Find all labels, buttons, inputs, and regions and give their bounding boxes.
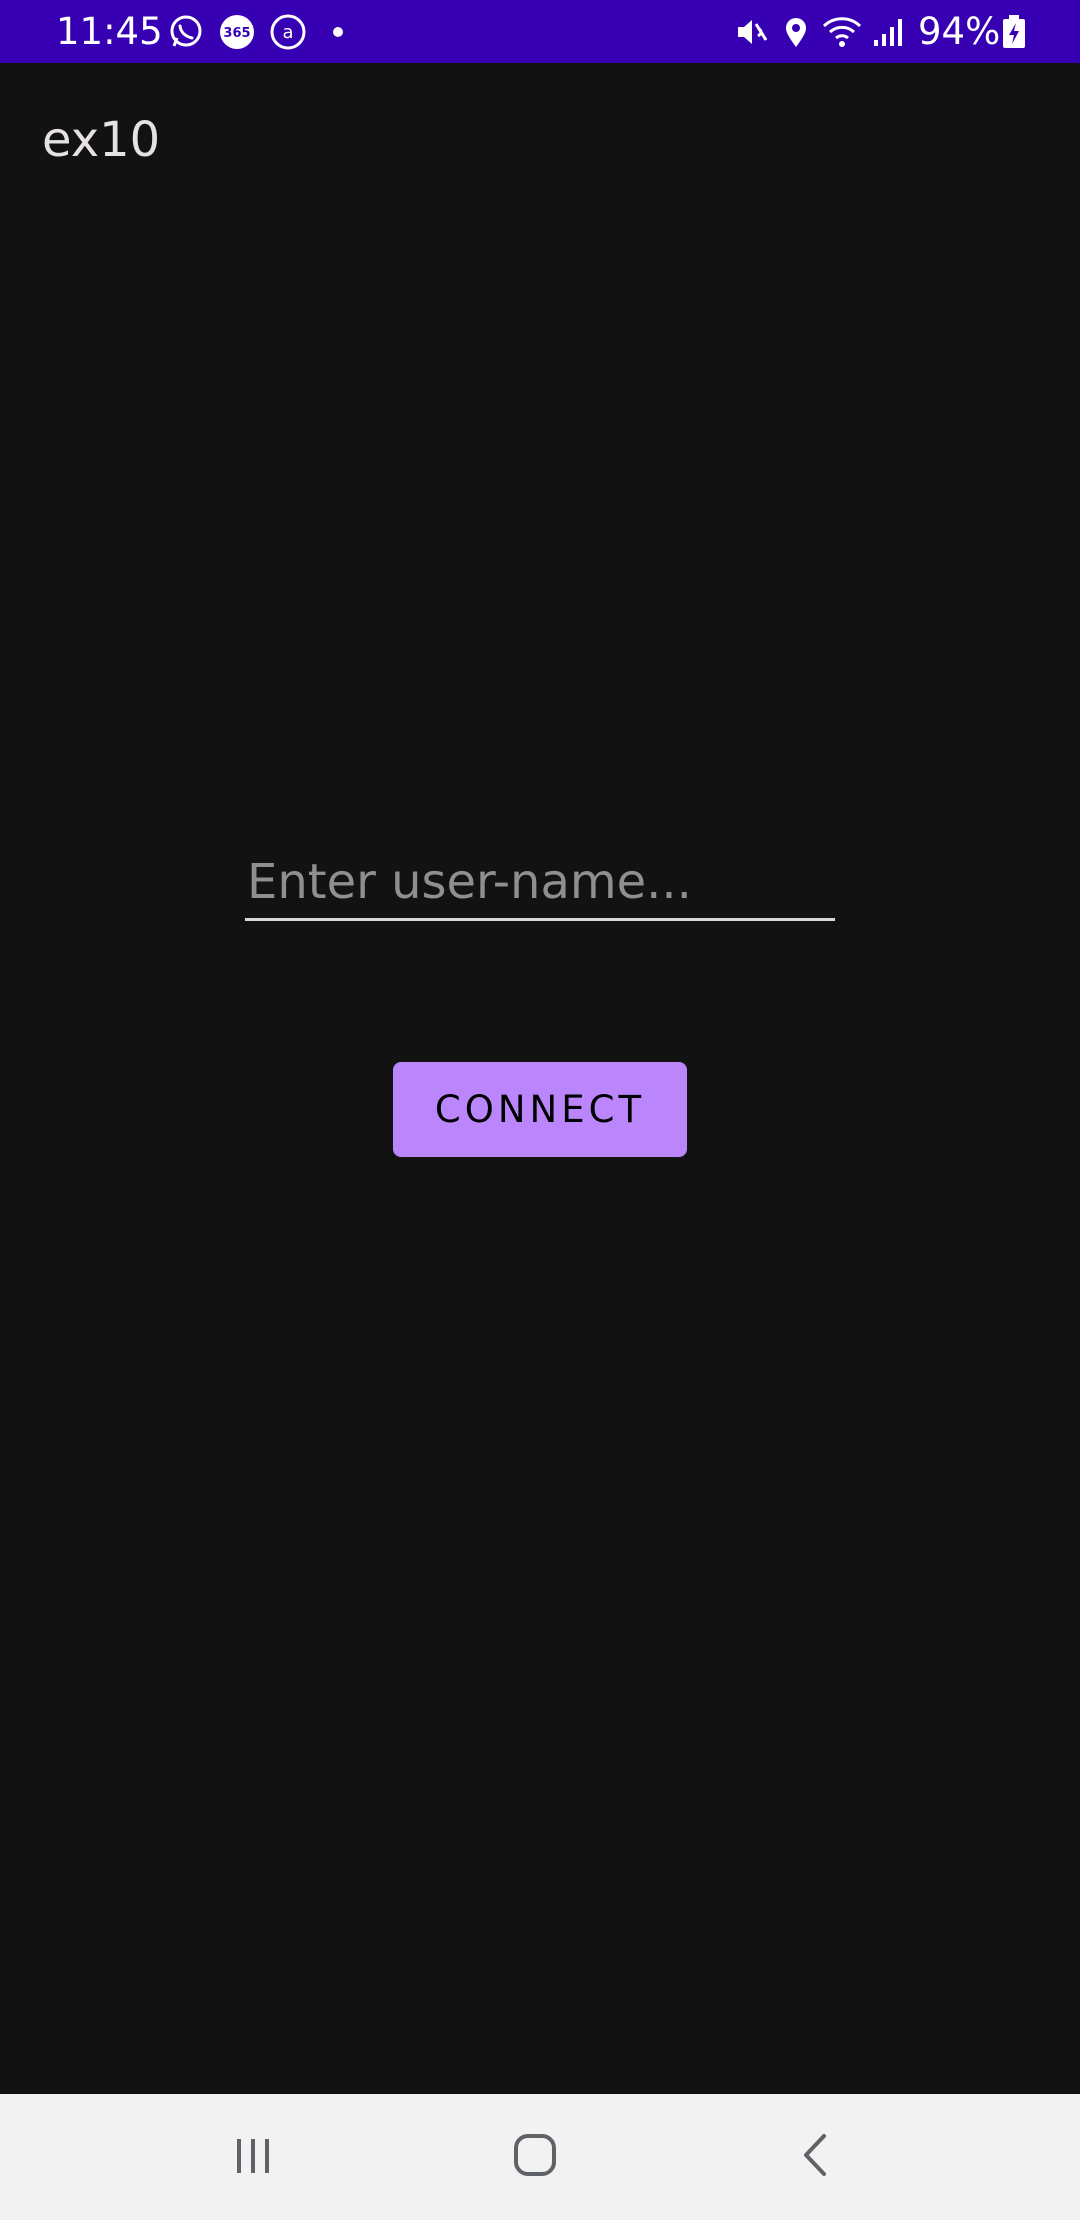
app-screen: 11:45 365 a 94% ex10 Enter user-name... … bbox=[0, 0, 1080, 2220]
connect-button[interactable]: CONNECT bbox=[393, 1062, 687, 1157]
office365-icon: 365 bbox=[219, 14, 255, 50]
navigation-bar bbox=[0, 2094, 1080, 2220]
recents-button[interactable] bbox=[193, 2094, 313, 2220]
whatsapp-icon bbox=[168, 14, 204, 50]
mute-vibrate-icon bbox=[734, 14, 770, 50]
svg-text:a: a bbox=[282, 22, 293, 43]
battery-charging-icon bbox=[1000, 14, 1028, 50]
username-input[interactable] bbox=[245, 845, 835, 921]
location-icon bbox=[778, 14, 814, 50]
app-title: ex10 bbox=[42, 112, 161, 168]
back-icon bbox=[794, 2131, 838, 2183]
notification-dot-icon bbox=[322, 14, 358, 50]
status-bar: 11:45 365 a 94% bbox=[0, 0, 1080, 63]
home-icon bbox=[511, 2131, 559, 2183]
battery-percentage: 94% bbox=[918, 10, 1001, 53]
svg-text:365: 365 bbox=[223, 26, 250, 41]
back-button[interactable] bbox=[756, 2094, 876, 2220]
home-button[interactable] bbox=[475, 2094, 595, 2220]
at-sign-icon: a bbox=[270, 14, 306, 50]
recents-icon bbox=[231, 2133, 275, 2181]
wifi-icon bbox=[822, 14, 862, 50]
signal-icon bbox=[870, 14, 906, 50]
status-time: 11:45 bbox=[56, 10, 163, 53]
